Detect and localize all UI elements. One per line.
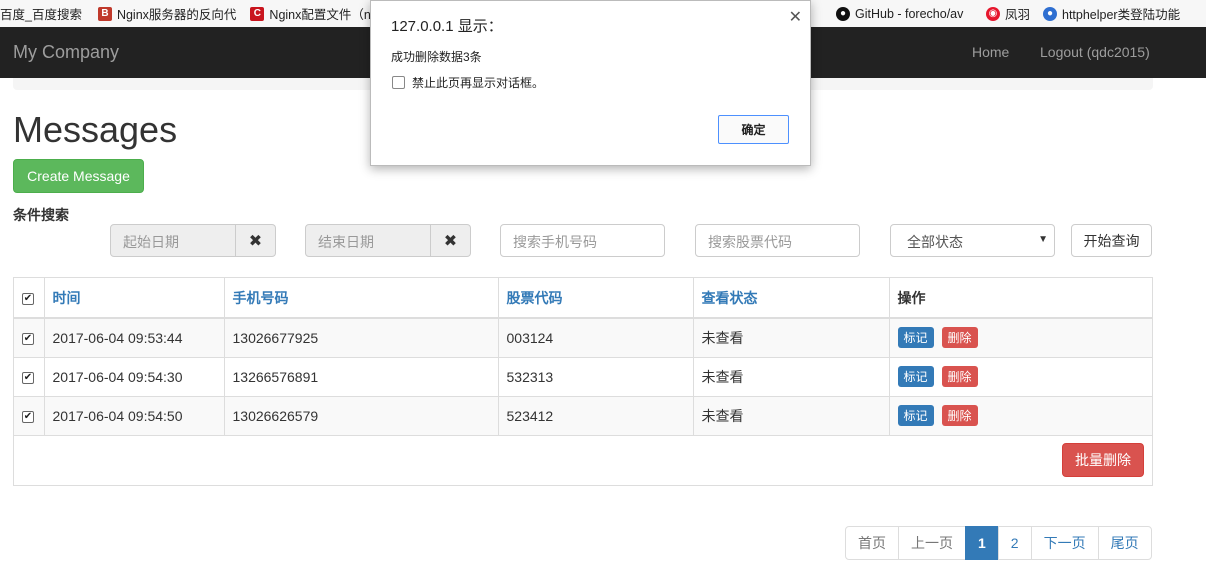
suppress-dialog-label: 禁止此页再显示对话框。 [412, 76, 545, 90]
table-row: ✔ 2017-06-04 09:54:30 13266576891 532313… [14, 357, 1152, 397]
alert-dialog: 127.0.0.1 显示： ✕ 成功删除数据3条 禁止此页再显示对话框。 确定 [370, 0, 811, 166]
bookmark-nginx-config[interactable]: C Nginx配置文件（ngi [250, 4, 381, 23]
delete-button[interactable]: 删除 [941, 405, 978, 426]
dialog-title: 127.0.0.1 显示： [391, 18, 503, 35]
bookmark-label: 凤羽 [1005, 8, 1031, 22]
select-all-checkbox[interactable]: ✔ [22, 292, 34, 305]
nginx-b-icon: B [97, 6, 112, 21]
bookmark-fengyu[interactable]: ◉ 凤羽 [986, 4, 1030, 23]
table-row: ✔ 2017-06-04 09:54:50 13026626579 523412… [14, 396, 1152, 436]
page-prev[interactable]: 上一页 [898, 526, 966, 560]
checkbox-box[interactable] [392, 76, 405, 89]
close-icon[interactable]: ✕ [789, 7, 802, 27]
row-checkbox[interactable]: ✔ [22, 333, 34, 346]
start-date-input[interactable]: 起始日期 [110, 224, 236, 257]
start-date-group: 起始日期 ✖ [110, 224, 276, 257]
column-header-actions: 操作 [889, 278, 1152, 319]
bookmark-label: Nginx配置文件（ngi [269, 8, 381, 22]
bookmark-nginx-proxy[interactable]: B Nginx服务器的反向代 [97, 4, 237, 23]
mark-button[interactable]: 标记 [897, 405, 934, 426]
suppress-dialog-checkbox[interactable]: 禁止此页再显示对话框。 [392, 74, 544, 91]
row-checkbox[interactable]: ✔ [22, 410, 34, 423]
clear-end-date-icon[interactable]: ✖ [431, 224, 471, 257]
dialog-message: 成功删除数据3条 [391, 50, 482, 64]
page-last[interactable]: 尾页 [1097, 526, 1152, 560]
cell-stock: 003124 [498, 318, 694, 358]
pagination: 首页 上一页 1 2 下一页 尾页 [845, 526, 1152, 560]
phone-search-input[interactable]: 搜索手机号码 [500, 224, 665, 257]
weibo-icon: ◉ [986, 6, 1000, 21]
clear-start-date-icon[interactable]: ✖ [236, 224, 276, 257]
bookmark-httphelper[interactable]: ● httphelper类登陆功能 [1043, 4, 1180, 23]
status-select[interactable]: 全部状态 ▼ [890, 224, 1055, 257]
cell-status: 未查看 [693, 396, 890, 436]
search-section-label: 条件搜索 [13, 207, 69, 223]
cell-actions: 标记 删除 [889, 396, 1152, 436]
mark-button[interactable]: 标记 [897, 366, 934, 387]
csdn-icon: C [250, 6, 265, 21]
query-button[interactable]: 开始查询 [1071, 224, 1152, 257]
brand-link[interactable]: My Company [13, 42, 119, 63]
cell-phone: 13266576891 [224, 357, 499, 397]
cell-phone: 13026677925 [224, 318, 499, 358]
cnblogs-icon: ● [1043, 6, 1057, 21]
page-1[interactable]: 1 [965, 526, 999, 560]
delete-button[interactable]: 删除 [941, 366, 978, 387]
end-date-group: 结束日期 ✖ [305, 224, 471, 257]
bookmark-baidu[interactable]: 百度_百度搜索 [0, 4, 82, 23]
page-next[interactable]: 下一页 [1030, 526, 1099, 560]
bookmark-label: 百度_百度搜索 [0, 8, 82, 22]
github-icon: ● [836, 6, 850, 21]
cell-actions: 标记 删除 [889, 318, 1152, 358]
cell-time: 2017-06-04 09:53:44 [44, 318, 225, 358]
page-title: Messages [13, 109, 178, 150]
batch-delete-button[interactable]: 批量删除 [1062, 443, 1144, 477]
delete-button[interactable]: 删除 [941, 327, 978, 349]
cell-stock: 532313 [498, 357, 694, 397]
nav-home-link[interactable]: Home [972, 44, 1009, 60]
page-first[interactable]: 首页 [845, 526, 899, 560]
column-header-status[interactable]: 查看状态 [693, 278, 890, 319]
page-2[interactable]: 2 [997, 526, 1032, 560]
column-header-stock[interactable]: 股票代码 [498, 278, 694, 319]
cell-phone: 13026626579 [224, 396, 499, 436]
column-header-time[interactable]: 时间 [44, 278, 225, 319]
mark-button[interactable]: 标记 [897, 327, 934, 349]
column-header-phone[interactable]: 手机号码 [224, 278, 499, 319]
bookmark-github[interactable]: ● GitHub - forecho/av [836, 6, 964, 21]
cell-time: 2017-06-04 09:54:50 [44, 396, 225, 436]
cell-status: 未查看 [693, 318, 890, 358]
create-message-button[interactable]: Create Message [13, 159, 144, 193]
cell-time: 2017-06-04 09:54:30 [44, 357, 225, 397]
cell-stock: 523412 [498, 396, 694, 436]
stock-search-input[interactable]: 搜索股票代码 [695, 224, 860, 257]
table-row: ✔ 2017-06-04 09:53:44 13026677925 003124… [14, 318, 1152, 358]
chevron-down-icon: ▼ [1038, 234, 1048, 245]
messages-table: ✔ 时间 手机号码 股票代码 查看状态 操作 ✔ 2017-06-04 09:5… [13, 277, 1153, 486]
bookmark-label: GitHub - forecho/av [855, 6, 964, 21]
status-select-value: 全部状态 [907, 234, 963, 250]
select-all-cell: ✔ [14, 278, 45, 319]
cell-actions: 标记 删除 [889, 357, 1152, 397]
bookmark-label: httphelper类登陆功能 [1062, 8, 1181, 22]
cell-status: 未查看 [693, 357, 890, 397]
end-date-input[interactable]: 结束日期 [305, 224, 431, 257]
nav-logout-link[interactable]: Logout (qdc2015) [1040, 44, 1150, 60]
dialog-ok-button[interactable]: 确定 [718, 115, 789, 144]
row-checkbox[interactable]: ✔ [22, 371, 34, 384]
bookmark-label: Nginx服务器的反向代 [116, 8, 237, 22]
